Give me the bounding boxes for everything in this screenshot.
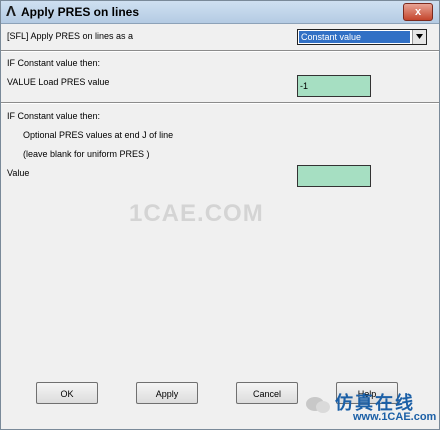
chat-bubble-icon (306, 397, 330, 413)
leave-blank-note: (leave blank for uniform PRES ) (23, 149, 150, 159)
dialog-title: Apply PRES on lines (21, 5, 140, 19)
apply-as-selected-value: Constant value (299, 31, 410, 43)
optional-pres-note: Optional PRES values at end J of line (23, 130, 174, 140)
close-button[interactable]: x (403, 3, 433, 21)
close-icon: x (414, 6, 422, 18)
load-pres-value-input[interactable]: -1 (297, 75, 371, 97)
title-bar[interactable]: Λ Apply PRES on lines x (1, 1, 439, 24)
apply-button[interactable]: Apply (136, 382, 198, 404)
separator-2 (1, 102, 439, 104)
center-watermark: 1CAE.COM (129, 200, 264, 227)
apply-as-label: [SFL] Apply PRES on lines as a (7, 31, 134, 41)
chevron-down-icon (416, 34, 423, 39)
apply-as-select[interactable]: Constant value (297, 29, 427, 45)
end-j-value-label: Value (7, 168, 30, 178)
section2-heading: IF Constant value then: (7, 111, 101, 121)
dialog-window: Λ Apply PRES on lines x [SFL] Apply PRES… (0, 0, 440, 430)
load-pres-value-label: VALUE Load PRES value (7, 77, 110, 87)
ansys-logo-icon: Λ (6, 3, 17, 20)
dropdown-arrow-button[interactable] (412, 30, 426, 44)
section1-heading: IF Constant value then: (7, 58, 101, 68)
separator-1 (1, 50, 439, 52)
end-j-value-input[interactable] (297, 165, 371, 187)
brand-url-watermark: www.1CAE.com (353, 411, 437, 423)
cancel-button[interactable]: Cancel (236, 382, 298, 404)
ok-button[interactable]: OK (36, 382, 98, 404)
